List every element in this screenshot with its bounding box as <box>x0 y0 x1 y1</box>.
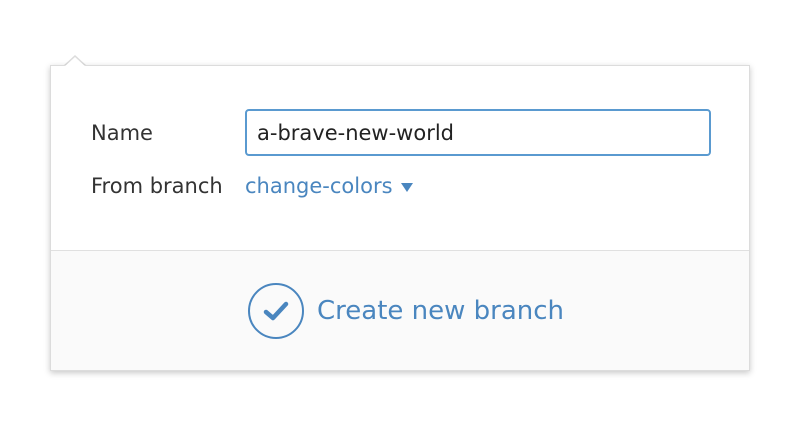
create-branch-label: Create new branch <box>317 296 565 326</box>
from-branch-dropdown[interactable]: change-colors <box>245 174 413 198</box>
from-branch-value: change-colors <box>245 174 393 198</box>
name-label: Name <box>91 121 153 145</box>
check-icon <box>248 283 304 339</box>
from-branch-label: From branch <box>91 174 223 198</box>
popover-footer: Create new branch <box>51 251 749 370</box>
create-branch-popover: Name From branch change-colors Create ne… <box>50 65 750 371</box>
create-branch-button[interactable]: Create new branch <box>248 283 564 339</box>
branch-name-input[interactable] <box>245 109 711 156</box>
branch-form: Name From branch change-colors <box>51 66 749 250</box>
popover-arrow-fill <box>64 56 86 67</box>
caret-down-icon <box>400 182 413 192</box>
